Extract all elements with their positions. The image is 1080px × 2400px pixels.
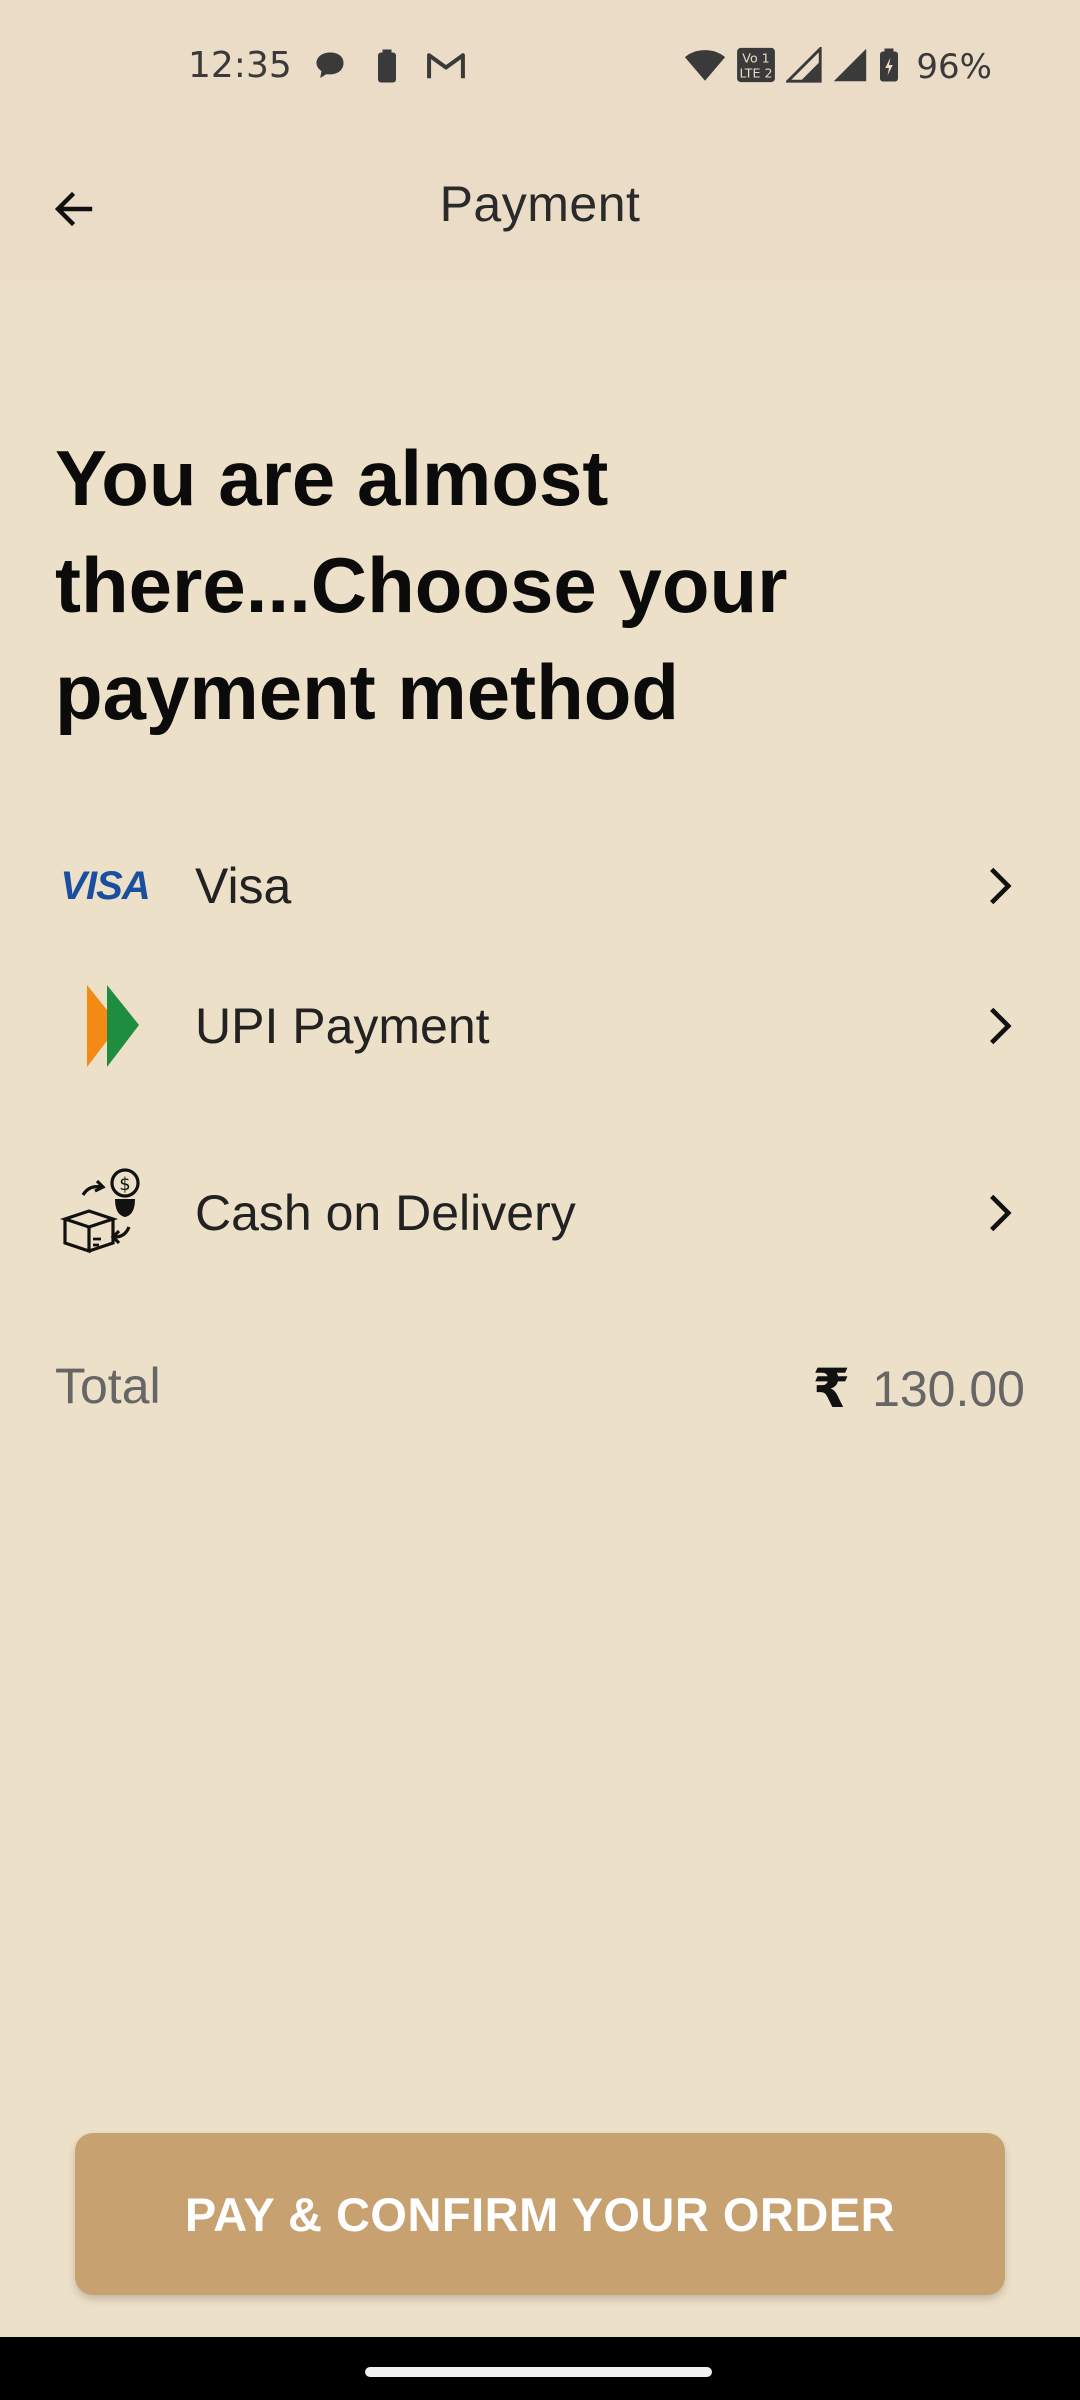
svg-text:$: $ — [119, 1174, 130, 1195]
chevron-right-icon — [990, 1194, 1012, 1232]
notification-icons — [312, 48, 466, 88]
payment-option-visa[interactable]: VISA Visa — [0, 826, 1080, 946]
total-amount-value: 130.00 — [872, 1360, 1025, 1417]
payment-option-label: UPI Payment — [195, 998, 490, 1054]
status-bar: 12:35 Vo 1 LTE 2 96% — [0, 0, 1080, 135]
battery-icon — [878, 47, 900, 88]
total-label: Total — [55, 1358, 161, 1414]
payment-option-upi[interactable]: UPI Payment — [0, 966, 1080, 1086]
payment-heading: You are almost there...Choose your payme… — [55, 434, 788, 736]
rupee-icon: ₹ — [812, 1357, 851, 1420]
pay-confirm-order-button[interactable]: PAY & CONFIRM YOUR ORDER — [75, 2133, 1005, 2295]
wifi-icon — [684, 47, 726, 88]
system-icons: Vo 1 LTE 2 96% — [684, 44, 992, 88]
app-bar: Payment — [0, 135, 1080, 280]
payment-screen: 12:35 Vo 1 LTE 2 96% Payment You are alm… — [0, 0, 1080, 2400]
page-title: Payment — [439, 176, 641, 232]
chevron-right-icon — [990, 1007, 1012, 1045]
total-amount: ₹ 130.00 — [812, 1357, 1025, 1420]
chevron-right-icon — [990, 867, 1012, 905]
payment-option-label: Cash on Delivery — [195, 1185, 576, 1241]
chat-bubble-icon — [312, 48, 348, 89]
signal-icon — [784, 44, 823, 88]
signal-icon — [832, 47, 868, 88]
battery-saver-icon — [376, 48, 398, 89]
visa-logo-text: VISA — [60, 863, 150, 908]
payment-option-cash-on-delivery[interactable]: $ Cash on Delivery — [0, 1153, 1080, 1273]
home-gesture-handle[interactable] — [365, 2367, 712, 2377]
volte-icon: Vo 1 LTE 2 — [736, 47, 776, 88]
visa-logo-icon: VISA — [55, 836, 155, 936]
payment-option-label: Visa — [195, 858, 292, 914]
gmail-icon — [426, 50, 466, 87]
status-time: 12:35 — [188, 45, 292, 86]
navigation-bar — [0, 2337, 1080, 2400]
svg-text:LTE 2: LTE 2 — [740, 65, 773, 80]
cash-on-delivery-icon: $ — [55, 1163, 155, 1263]
svg-text:Vo 1: Vo 1 — [743, 50, 770, 65]
upi-logo-icon — [55, 976, 155, 1076]
battery-percent: 96% — [916, 47, 992, 87]
